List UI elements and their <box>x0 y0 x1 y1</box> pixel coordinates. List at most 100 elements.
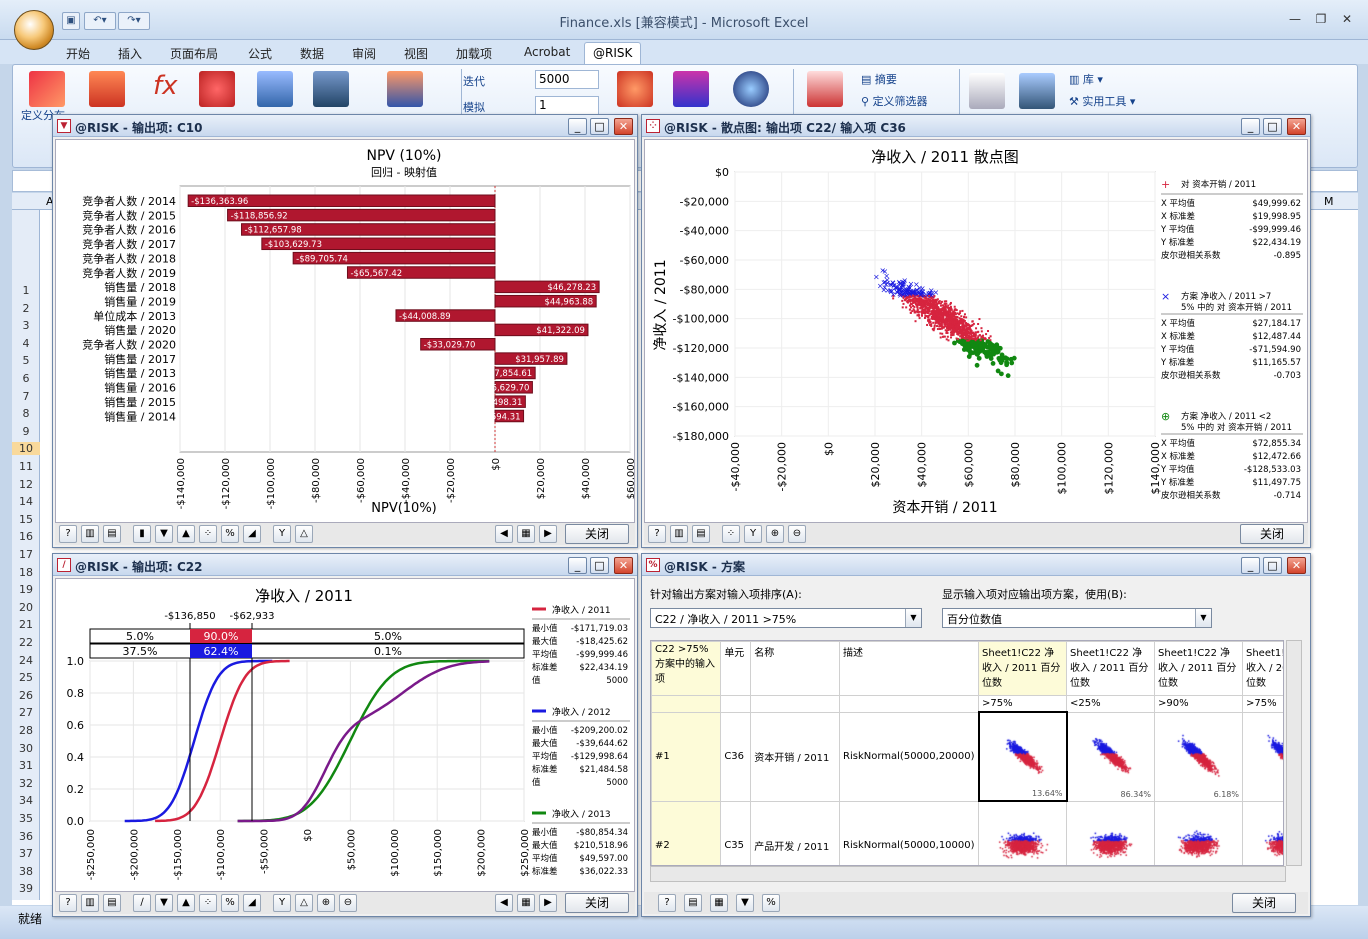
scatter-icon[interactable]: ⁘ <box>199 525 217 543</box>
column-m[interactable]: M <box>1324 195 1334 208</box>
tornado-window-title[interactable]: ▼ @RISK - 输出项: C10 <box>53 115 637 137</box>
row-header[interactable]: 25 <box>12 671 40 684</box>
fit-icon[interactable]: △ <box>295 894 313 912</box>
minimize-icon[interactable]: _ <box>1241 118 1260 135</box>
maximize-icon[interactable]: □ <box>1263 118 1282 135</box>
help-icon[interactable]: ? <box>59 525 77 543</box>
tab-4[interactable]: 数据 <box>292 42 332 64</box>
tab-7[interactable]: 加载项 <box>448 42 500 64</box>
mini-scatter-cell[interactable] <box>978 800 1068 865</box>
prev-icon[interactable]: ◀ <box>495 525 513 543</box>
next-icon[interactable]: ▶ <box>539 894 557 912</box>
row-header[interactable]: 35 <box>12 812 40 825</box>
help-icon[interactable]: ? <box>658 894 676 912</box>
office-button[interactable] <box>14 10 54 50</box>
chart-data-icon[interactable]: ▥ <box>81 525 99 543</box>
fit-icon[interactable]: △ <box>295 525 313 543</box>
row-header[interactable]: 26 <box>12 689 40 702</box>
close-icon[interactable]: ✕ <box>614 557 633 574</box>
cdf-window-title[interactable]: ∕ @RISK - 输出项: C22 <box>53 554 637 576</box>
maximize-icon[interactable]: □ <box>1263 557 1282 574</box>
horizontal-scrollbar[interactable] <box>650 866 1286 882</box>
random-icon[interactable] <box>617 71 653 107</box>
chart-data-icon[interactable]: ▥ <box>670 525 688 543</box>
library-button[interactable]: ▥ 库 ▾ <box>1069 71 1103 87</box>
vertical-scrollbar[interactable] <box>1286 640 1302 866</box>
row-header[interactable]: 22 <box>12 636 40 649</box>
row-header[interactable]: 21 <box>12 618 40 631</box>
cdf-icon[interactable]: ∕ <box>133 894 151 912</box>
tab-8[interactable]: Acrobat <box>516 42 578 64</box>
filter-icon[interactable]: Y <box>744 525 762 543</box>
tab-2[interactable]: 页面布局 <box>162 42 226 64</box>
scatter-window[interactable]: ⁘ @RISK - 散点图: 输出项 C22/ 输入项 C36 _ □ ✕ 净收入… <box>641 114 1311 548</box>
row-header[interactable]: 14 <box>12 495 40 508</box>
row-header[interactable]: 30 <box>12 742 40 755</box>
save-icon[interactable]: ▣ <box>62 12 80 30</box>
undo-icon[interactable]: ↶▾ <box>84 12 116 30</box>
percent-icon[interactable]: % <box>221 525 239 543</box>
display-mode-select[interactable]: 百分位数值 ▼ <box>942 608 1212 628</box>
output-scenario-select[interactable]: C22 / 净收入 / 2011 >75% ▼ <box>650 608 922 628</box>
tab-1[interactable]: 插入 <box>110 42 150 64</box>
summary-button[interactable]: ▤ 摘要 <box>861 71 897 87</box>
restore-icon[interactable]: ❐ <box>1310 12 1332 28</box>
add-output-icon[interactable] <box>89 71 125 107</box>
define-distribution-icon[interactable] <box>29 71 65 107</box>
reports-icon[interactable] <box>969 73 1005 109</box>
row-header[interactable]: 24 <box>12 654 40 667</box>
row-header[interactable]: 10 <box>12 442 40 456</box>
insert-function-icon[interactable]: fx <box>153 71 178 101</box>
row-header[interactable]: 6 <box>12 372 40 385</box>
row-header[interactable]: 5 <box>12 354 40 367</box>
report-icon[interactable]: ▤ <box>103 525 121 543</box>
minimize-icon[interactable]: _ <box>1241 557 1260 574</box>
mini-scatter-cell[interactable]: 86.34% <box>1066 711 1156 802</box>
zoom-out-icon[interactable]: ⊖ <box>788 525 806 543</box>
prev-icon[interactable]: ◀ <box>495 894 513 912</box>
utilities-button[interactable]: ⚒ 实用工具 ▾ <box>1069 93 1135 109</box>
row-header[interactable]: 8 <box>12 407 40 420</box>
mini-scatter-cell[interactable] <box>1241 800 1283 865</box>
row-header[interactable]: 27 <box>12 706 40 719</box>
tab-9[interactable]: @RISK <box>584 42 642 64</box>
percent-icon[interactable]: % <box>221 894 239 912</box>
mini-scatter-cell[interactable] <box>1066 800 1156 865</box>
row-header[interactable]: 16 <box>12 530 40 543</box>
close-icon[interactable]: ✕ <box>614 118 633 135</box>
row-header[interactable]: 36 <box>12 830 40 843</box>
format-icon[interactable]: ◢ <box>243 525 261 543</box>
scatter-type-icon[interactable]: ⁘ <box>722 525 740 543</box>
row-header[interactable]: 32 <box>12 777 40 790</box>
report-icon[interactable]: ▤ <box>103 894 121 912</box>
minimize-icon[interactable]: _ <box>568 557 587 574</box>
row-header[interactable]: 20 <box>12 601 40 614</box>
iterations-input[interactable]: 5000 <box>535 70 599 89</box>
tab-5[interactable]: 审阅 <box>344 42 384 64</box>
report-icon[interactable]: ▤ <box>692 525 710 543</box>
browse-results-icon[interactable] <box>807 71 843 107</box>
help-icon[interactable]: ? <box>59 894 77 912</box>
close-icon[interactable]: ✕ <box>1287 118 1306 135</box>
zoom-in-icon[interactable]: ⊕ <box>766 525 784 543</box>
mini-scatter-cell[interactable]: 6.18% <box>1154 711 1243 802</box>
row-header[interactable]: 15 <box>12 513 40 526</box>
row-header[interactable]: 19 <box>12 583 40 596</box>
row-header[interactable]: 31 <box>12 759 40 772</box>
tab-3[interactable]: 公式 <box>240 42 280 64</box>
distribution-fitting-icon[interactable] <box>257 71 293 107</box>
summary-icon[interactable]: ▲ <box>177 894 195 912</box>
chart-type-icon[interactable]: ▦ <box>517 525 535 543</box>
tab-6[interactable]: 视图 <box>396 42 436 64</box>
zoom-in-icon[interactable]: ⊕ <box>317 894 335 912</box>
swap-functions-icon[interactable] <box>1019 73 1055 109</box>
tornado-icon[interactable]: ▼ <box>736 894 754 912</box>
row-header[interactable]: 7 <box>12 390 40 403</box>
row-header[interactable]: 2 <box>12 302 40 315</box>
row-header[interactable]: 9 <box>12 425 40 438</box>
format-icon[interactable]: ◢ <box>243 894 261 912</box>
row-header[interactable]: 34 <box>12 794 40 807</box>
filter-icon[interactable]: Y <box>273 525 291 543</box>
close-button[interactable]: 关闭 <box>565 524 629 544</box>
chart-data-icon[interactable]: ▥ <box>81 894 99 912</box>
